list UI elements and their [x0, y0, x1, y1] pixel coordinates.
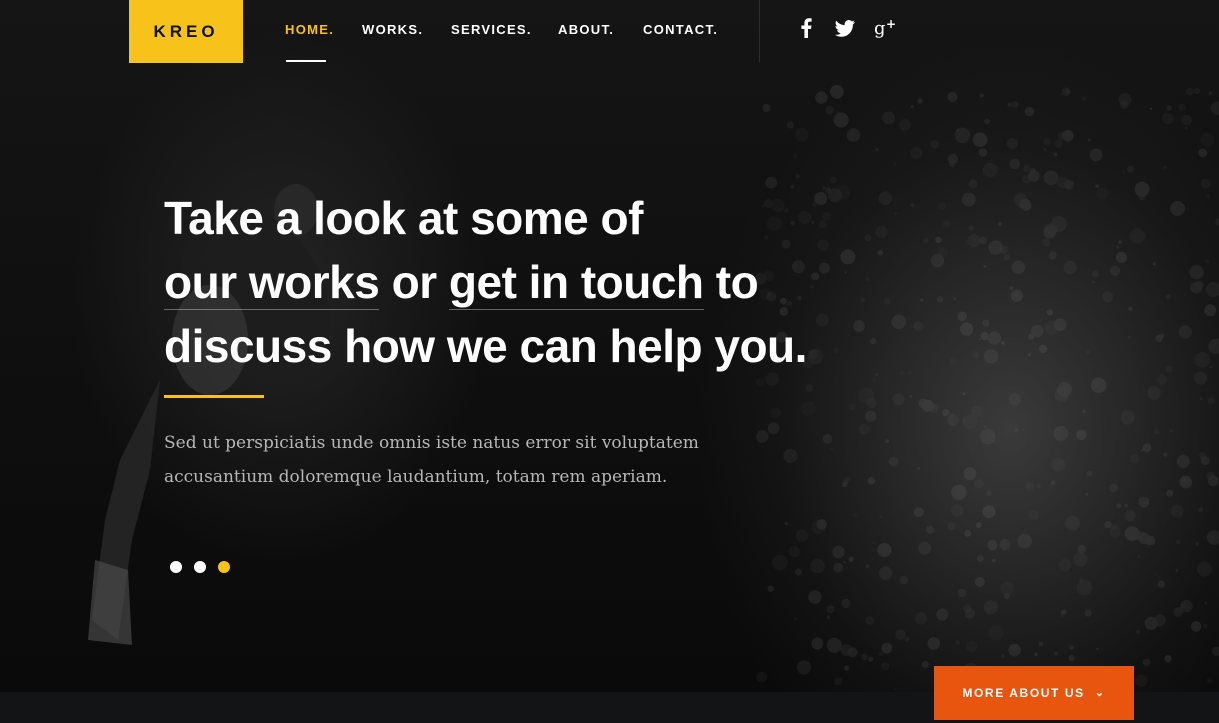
nav-divider [759, 0, 760, 62]
more-about-us-button[interactable]: MORE ABOUT US ⌄ [934, 666, 1134, 720]
slider-dot-1[interactable] [170, 561, 182, 573]
hero-headline: Take a look at some of our works or get … [164, 186, 884, 378]
lead-line-1: Sed ut perspiciatis unde omnis iste natu… [164, 433, 699, 453]
nav-item-services[interactable]: SERVICES. [451, 22, 532, 37]
headline-connector-text: or [379, 256, 449, 308]
hero-lead-text: Sed ut perspiciatis unde omnis iste natu… [164, 426, 764, 494]
chevron-down-icon: ⌄ [1094, 686, 1106, 699]
nav-item-home[interactable]: HOME. [285, 22, 334, 37]
slider-dot-2[interactable] [194, 561, 206, 573]
headline-accent-line [164, 395, 264, 398]
more-about-us-label: MORE ABOUT US [962, 686, 1085, 700]
headline-line-3: discuss how we can help you. [164, 320, 807, 372]
headline-line-2: our works or get in touch to [164, 250, 884, 314]
svg-text:+: + [886, 17, 896, 31]
logo[interactable]: KREO [129, 0, 243, 63]
our-works-link[interactable]: our works [164, 256, 380, 310]
slider-dot-3[interactable] [218, 561, 230, 573]
google-plus-icon[interactable]: g + [874, 16, 898, 40]
nav-item-contact[interactable]: CONTACT. [643, 22, 718, 37]
nav-active-indicator [286, 60, 326, 62]
twitter-icon[interactable] [833, 16, 857, 40]
headline-line-1: Take a look at some of [164, 192, 643, 244]
nav-item-works[interactable]: WORKS. [362, 22, 423, 37]
headline-line-2-end: to [703, 256, 759, 308]
svg-text:g: g [874, 18, 886, 39]
lead-line-2: accusantium doloremque laudantium, totam… [164, 467, 668, 487]
nav-item-about[interactable]: ABOUT. [558, 22, 614, 37]
facebook-icon[interactable] [794, 16, 818, 40]
get-in-touch-link[interactable]: get in touch [448, 256, 704, 310]
